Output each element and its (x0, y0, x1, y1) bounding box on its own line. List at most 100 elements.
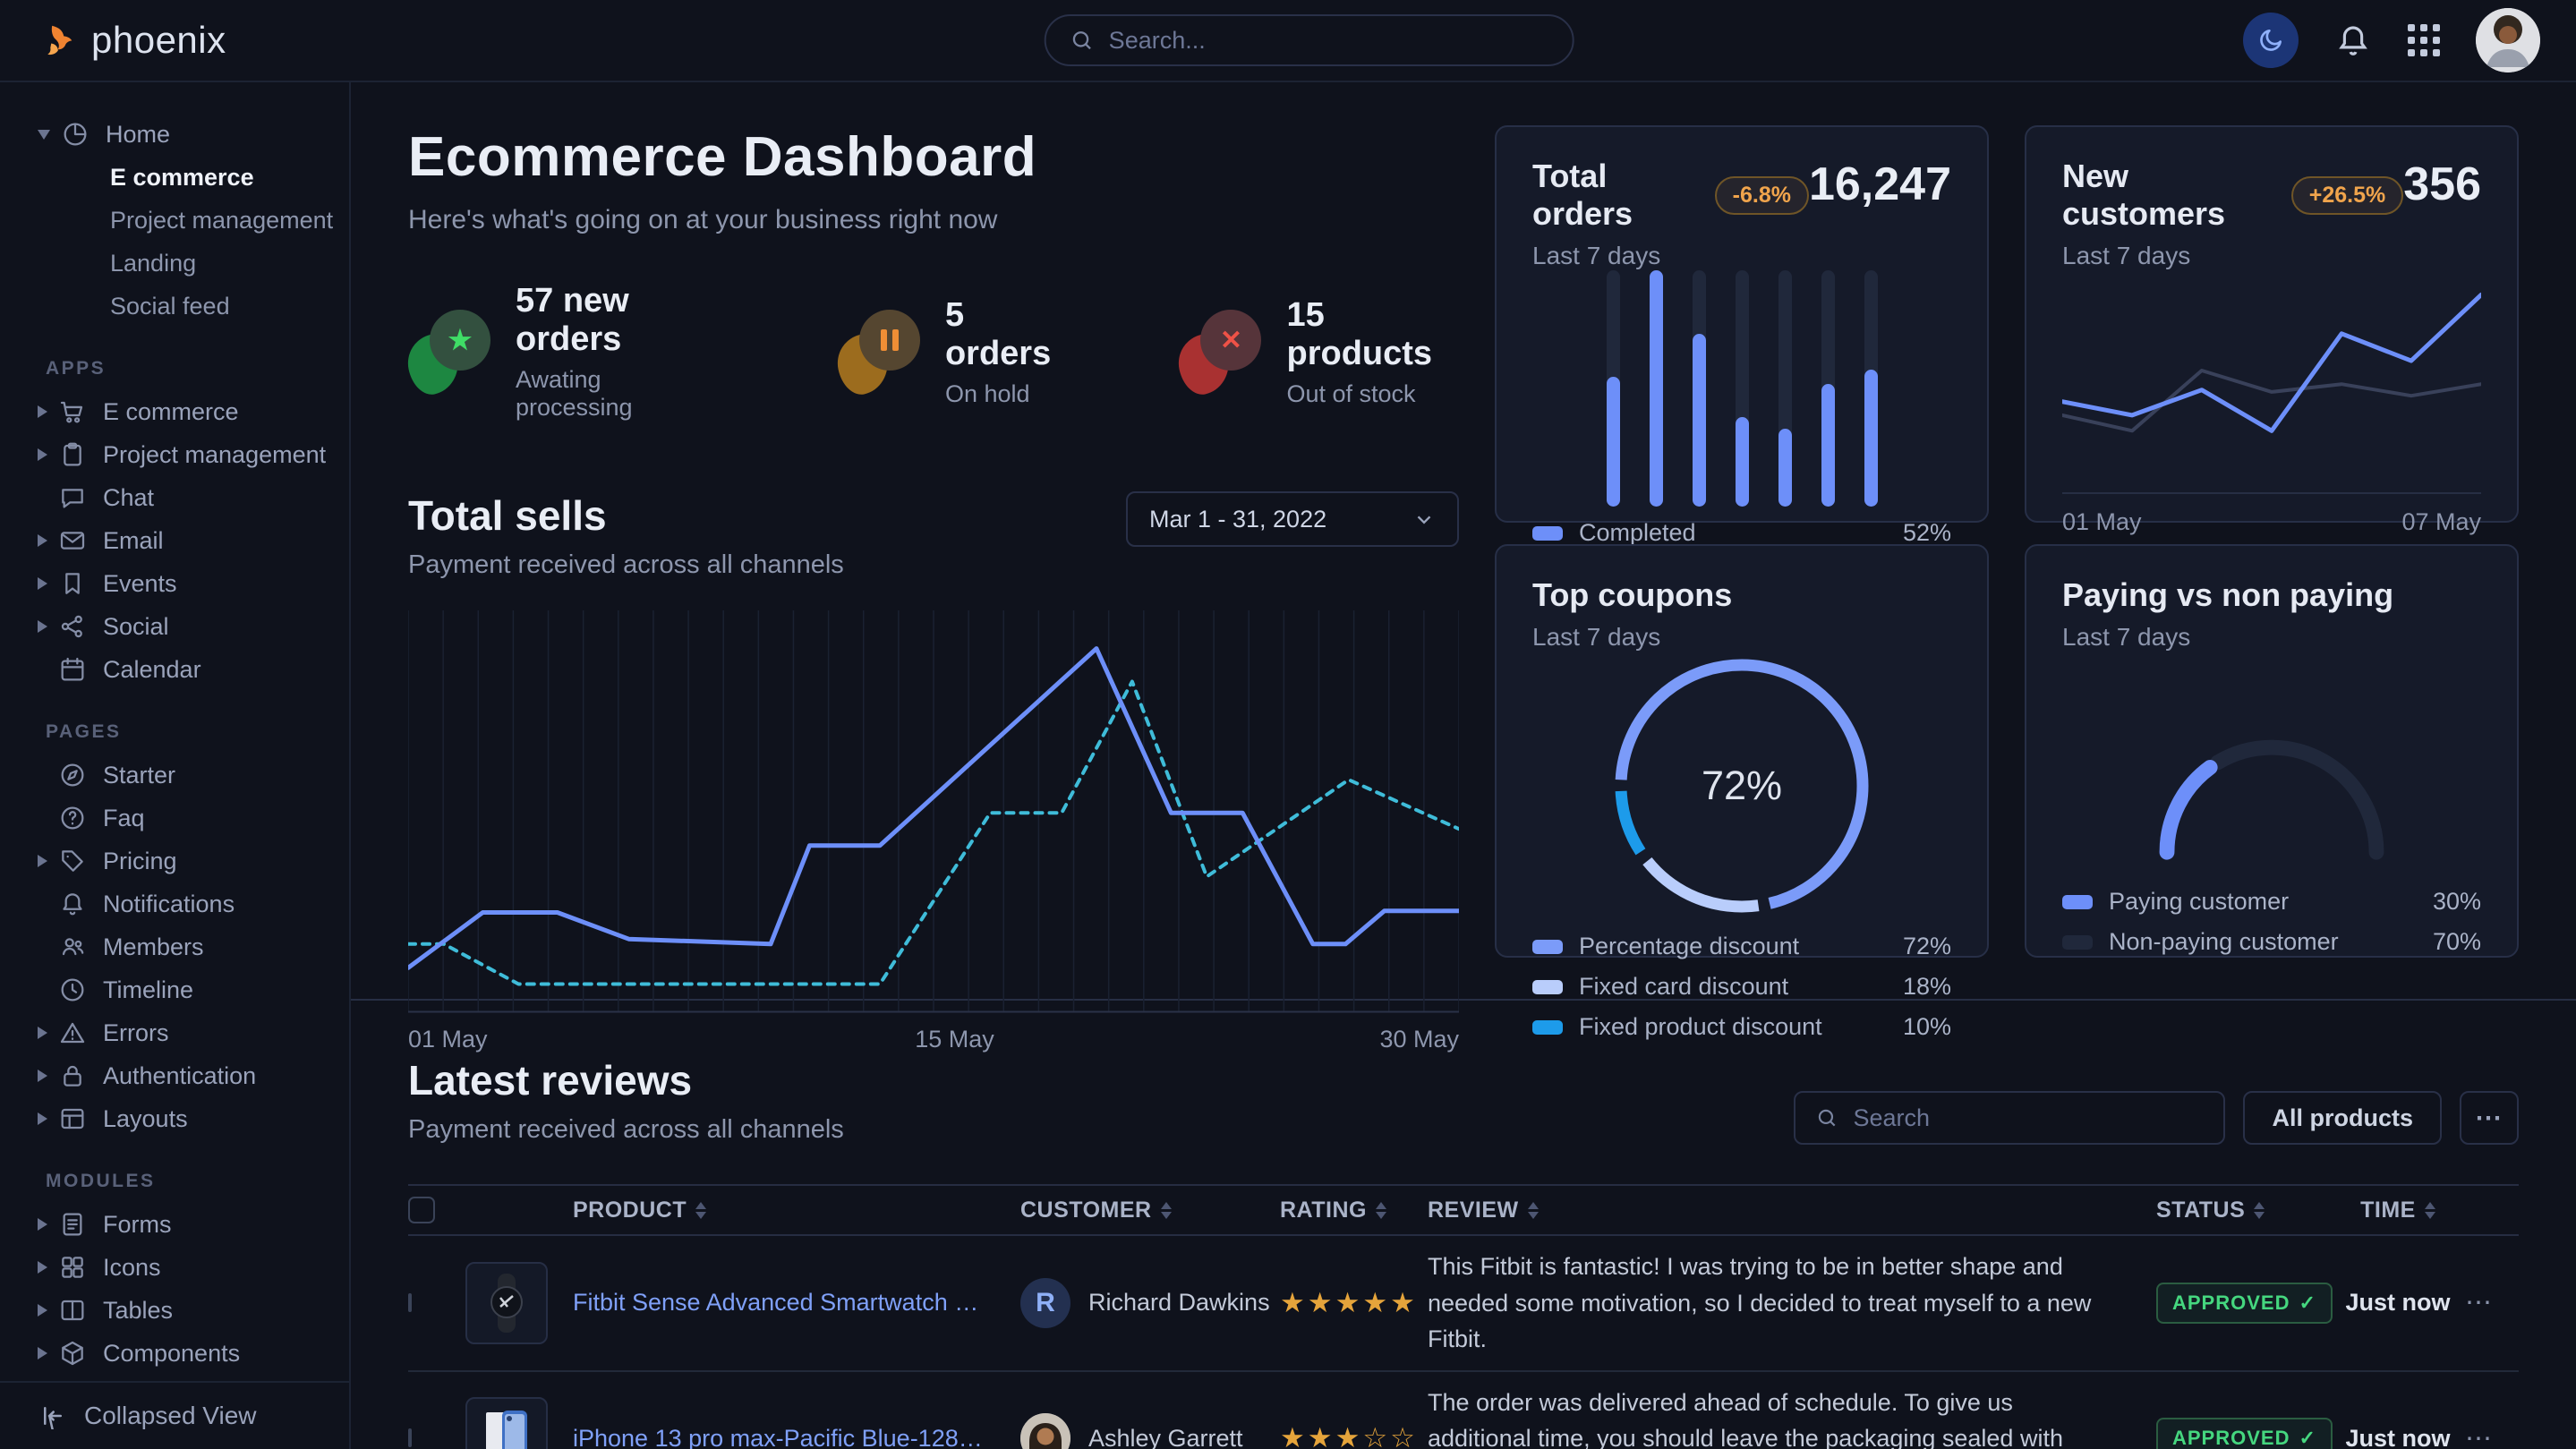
apps-menu-button[interactable] (2408, 24, 2440, 56)
column-header-review[interactable]: REVIEW (1428, 1198, 2156, 1223)
sidebar-item-authentication[interactable]: Authentication (0, 1054, 349, 1097)
reviews-toolbar: Search All products ⋯ (1794, 1091, 2519, 1145)
top-coupons-legend: Percentage discount72%Fixed card discoun… (1532, 920, 1951, 1041)
sort-icon[interactable] (1376, 1202, 1386, 1219)
order-bar (1736, 270, 1749, 507)
row-checkbox[interactable] (408, 1428, 412, 1447)
caret-right-icon (38, 534, 47, 547)
legend-swatch (2062, 895, 2093, 909)
column-header-customer[interactable]: CUSTOMER (1020, 1198, 1280, 1223)
sort-icon[interactable] (1528, 1202, 1539, 1219)
reviews-more-button[interactable]: ⋯ (2460, 1091, 2519, 1145)
sidebar-item-layouts[interactable]: Layouts (0, 1097, 349, 1140)
user-avatar[interactable] (2476, 8, 2540, 72)
all-products-button[interactable]: All products (2243, 1091, 2442, 1145)
stat-15-products: ✕15 productsOut of stock (1179, 282, 1459, 422)
legend-swatch (2062, 935, 2093, 950)
sidebar-nav: HomeE commerceProject managementLandingS… (0, 82, 349, 1381)
sidebar-item-home[interactable]: Home (0, 113, 349, 156)
sidebar-subitem-landing[interactable]: Landing (0, 242, 349, 285)
total-sells-subtitle: Payment received across all channels (408, 550, 844, 580)
search-placeholder: Search... (1109, 27, 1206, 55)
sidebar-item-project-management[interactable]: Project management (0, 433, 349, 476)
x-tick-label: 01 May (2062, 508, 2142, 536)
sidebar-item-e-commerce[interactable]: E commerce (0, 390, 349, 433)
date-range-value: Mar 1 - 31, 2022 (1149, 506, 1326, 533)
date-range-select[interactable]: Mar 1 - 31, 2022 (1126, 491, 1459, 547)
status-badge: APPROVED ✓ (2156, 1283, 2333, 1324)
sidebar-item-members[interactable]: Members (0, 925, 349, 968)
reviews-table-header: PRODUCTCUSTOMERRATINGREVIEWSTATUSTIME (408, 1184, 2519, 1236)
sidebar-item-events[interactable]: Events (0, 562, 349, 605)
bookmark-icon (58, 569, 87, 598)
dark-mode-toggle[interactable] (2243, 13, 2299, 68)
rating-stars: ★★★☆☆ (1280, 1422, 1428, 1449)
collapse-sidebar-button[interactable]: Collapsed View (0, 1381, 349, 1449)
sort-icon[interactable] (695, 1202, 706, 1219)
sidebar-item-chat[interactable]: Chat (0, 476, 349, 519)
sort-icon[interactable] (2254, 1202, 2265, 1219)
donut-center-value: 72% (1702, 763, 1782, 809)
x-icon: ✕ (1179, 310, 1261, 394)
row-more-button[interactable]: ⋯ (2465, 1424, 2494, 1449)
sidebar-item-starter[interactable]: Starter (0, 754, 349, 797)
sidebar-item-tables[interactable]: Tables (0, 1289, 349, 1332)
legend-item-percentage-discount: Percentage discount72% (1532, 933, 1951, 960)
compass-icon (58, 761, 87, 789)
x-tick-label: 01 May (408, 1026, 488, 1053)
sidebar-item-errors[interactable]: Errors (0, 1011, 349, 1054)
search-icon (1070, 28, 1095, 53)
sidebar-subitem-e-commerce[interactable]: E commerce (0, 156, 349, 199)
column-header-time[interactable]: TIME (2331, 1198, 2465, 1223)
smartwatch-thumbnail[interactable] (465, 1262, 548, 1344)
navbar-search-input[interactable]: Search... (1045, 14, 1574, 66)
navbar-actions (2243, 8, 2540, 72)
total-sells-chart: 01 May15 May30 May (408, 610, 1459, 1056)
latest-reviews-section: Latest reviews Payment received across a… (408, 1056, 2519, 1449)
table-row: Fitbit Sense Advanced Smartwatch with To… (408, 1236, 2519, 1372)
clipboard-icon (58, 440, 87, 469)
review-text: The order was delivered ahead of schedul… (1428, 1385, 2156, 1449)
apps-grid-icon (2408, 24, 2440, 56)
sidebar-item-calendar[interactable]: Calendar (0, 648, 349, 691)
select-all-checkbox[interactable] (408, 1197, 435, 1223)
sidebar-item-components[interactable]: Components (0, 1332, 349, 1375)
iphone-thumbnail[interactable] (465, 1397, 548, 1449)
product-link[interactable]: iPhone 13 pro max-Pacific Blue-128GB sto… (573, 1425, 1020, 1449)
sidebar-item-faq[interactable]: Faq (0, 797, 349, 840)
sidebar-subitem-project-management[interactable]: Project management (0, 199, 349, 242)
x-tick-label: 07 May (2401, 508, 2481, 536)
sidebar-item-email[interactable]: Email (0, 519, 349, 562)
icons-grid-icon (58, 1253, 87, 1282)
notifications-button[interactable] (2334, 21, 2372, 59)
reviews-search-input[interactable]: Search (1794, 1091, 2225, 1145)
product-link[interactable]: Fitbit Sense Advanced Smartwatch with To… (573, 1289, 1020, 1317)
legend-item-non-paying-customer: Non-paying customer70% (2062, 928, 2481, 956)
moon-icon (2256, 26, 2285, 55)
sidebar-item-notifications[interactable]: Notifications (0, 882, 349, 925)
column-header-product[interactable]: PRODUCT (573, 1198, 1020, 1223)
sort-icon[interactable] (1161, 1202, 1172, 1219)
caret-right-icon (38, 855, 47, 867)
sort-icon[interactable] (2425, 1202, 2435, 1219)
sidebar-subitem-social-feed[interactable]: Social feed (0, 285, 349, 328)
caret-right-icon (38, 620, 47, 633)
row-checkbox[interactable] (408, 1293, 412, 1312)
total-orders-title: Total orders (1532, 158, 1697, 233)
order-bar (1864, 270, 1878, 507)
sidebar-item-pricing[interactable]: Pricing (0, 840, 349, 882)
question-circle-icon (58, 804, 87, 832)
page-title: Ecommerce Dashboard (408, 125, 1459, 189)
sidebar-item-timeline[interactable]: Timeline (0, 968, 349, 1011)
top-coupons-donut-chart: 72% (1532, 652, 1951, 920)
row-more-button[interactable]: ⋯ (2465, 1288, 2494, 1317)
column-header-status[interactable]: STATUS (2156, 1198, 2331, 1223)
brand[interactable]: phoenix (36, 19, 351, 62)
caret-right-icon (38, 1027, 47, 1039)
total-orders-badge: -6.8% (1715, 176, 1809, 215)
sidebar-item-icons[interactable]: Icons (0, 1246, 349, 1289)
sidebar-item-social[interactable]: Social (0, 605, 349, 648)
column-header-rating[interactable]: RATING (1280, 1198, 1428, 1223)
warning-icon (58, 1019, 87, 1047)
sidebar-item-forms[interactable]: Forms (0, 1203, 349, 1246)
